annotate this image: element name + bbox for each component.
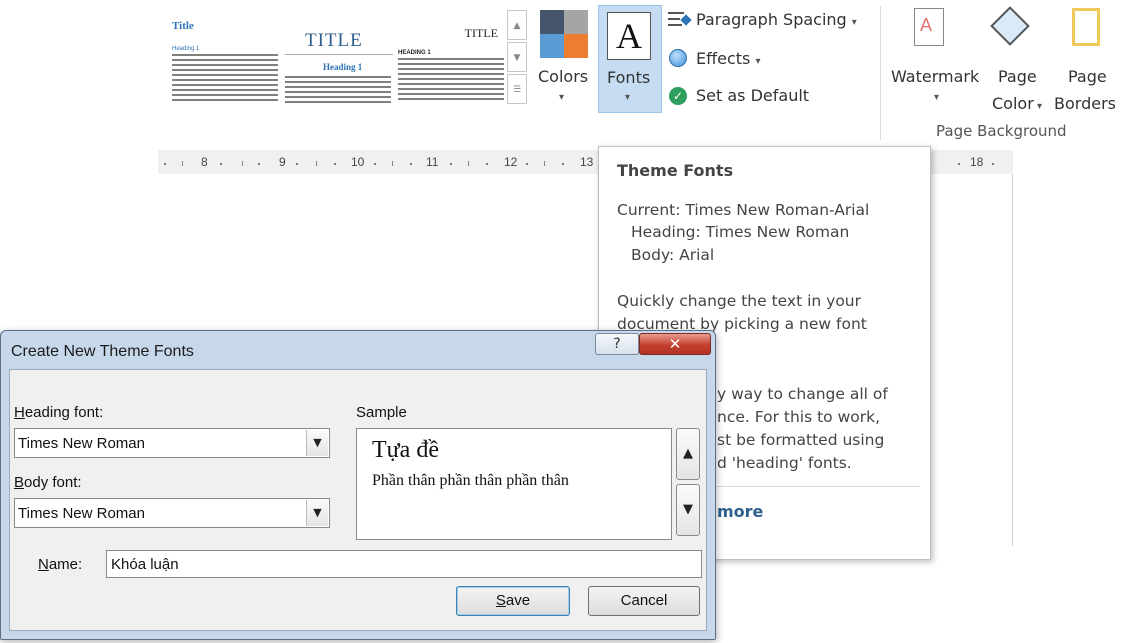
theme-gallery-item-2[interactable]: TITLE Heading 1: [283, 6, 395, 110]
body-font-value: Times New Roman: [18, 505, 145, 522]
page-borders-label-2[interactable]: Borders: [1054, 94, 1116, 113]
ruler-number: 9: [279, 155, 286, 169]
sample-preview: Tựa đề Phần thân phần thân phần thân: [356, 428, 672, 540]
gallery-scroll-down-button[interactable]: ▼: [507, 42, 527, 72]
save-button[interactable]: Save: [456, 586, 570, 616]
checkmark-icon: ✓: [669, 87, 687, 105]
help-button[interactable]: ?: [595, 333, 639, 355]
body-font-label-accel: B: [14, 474, 25, 491]
colors-swatch-icon: [540, 10, 588, 58]
page-color-bucket-icon: [990, 6, 1030, 46]
theme-body-text-lines: [172, 54, 278, 102]
page-color-label-2[interactable]: Color ▾: [992, 94, 1042, 113]
paragraph-spacing-button[interactable]: Paragraph Spacing ▾: [696, 10, 857, 29]
save-accel: S: [495, 592, 506, 609]
dialog-title: Create New Theme Fonts: [11, 343, 194, 360]
paragraph-spacing-icon: [668, 10, 692, 30]
heading-font-select[interactable]: Times New Roman ▼: [14, 428, 330, 458]
name-input-value: Khóa luận: [111, 556, 179, 573]
heading-font-label-accel: H: [14, 404, 25, 421]
watermark-icon: A: [914, 8, 944, 46]
heading-font-label: Heading font:: [14, 404, 103, 421]
watermark-button-label[interactable]: Watermark: [891, 67, 979, 86]
heading-font-value: Times New Roman: [18, 435, 145, 452]
page-background-group-label: Page Background: [936, 122, 1067, 140]
ribbon-group-divider: [880, 6, 881, 140]
chevron-down-icon[interactable]: ▼: [306, 500, 328, 526]
effects-button[interactable]: Effects ▾: [696, 49, 761, 68]
chevron-down-icon[interactable]: ▼: [306, 430, 328, 456]
body-font-label: Body font:: [14, 474, 82, 491]
gallery-more-button[interactable]: ☰: [507, 74, 527, 104]
tooltip-body: Body: Arial: [631, 246, 715, 264]
theme-body-text-lines: [285, 76, 391, 106]
ribbon: Title Heading 1 TITLE Heading 1 TITLE HE…: [158, 0, 1130, 146]
name-label-accel: N: [38, 556, 49, 573]
dialog-body: Heading font: Times New Roman ▼ Body fon…: [9, 369, 707, 631]
chevron-down-icon: ▾: [755, 56, 761, 67]
theme-title-text: TITLE: [464, 26, 498, 40]
tooltip-heading: Heading: Times New Roman: [631, 223, 850, 241]
sample-scroll-down-button[interactable]: ▼: [676, 484, 700, 536]
tooltip-title: Theme Fonts: [617, 161, 734, 180]
theme-gallery-item-1[interactable]: Title Heading 1: [170, 6, 282, 110]
page-borders-label-1[interactable]: Page: [1068, 67, 1107, 86]
ruler-number: 13: [580, 155, 594, 169]
effects-label: Effects: [696, 49, 751, 68]
sample-label: Sample: [356, 404, 407, 421]
set-as-default-button[interactable]: Set as Default: [696, 86, 809, 105]
name-label: Name:: [38, 556, 82, 573]
save-label: ave: [505, 592, 531, 609]
tooltip-current: Current: Times New Roman-Arial: [617, 201, 870, 219]
tooltip-frag-4: d 'heading' fonts.: [717, 454, 852, 472]
theme-gallery-item-3[interactable]: TITLE HEADING 1: [396, 6, 508, 110]
cancel-button[interactable]: Cancel: [588, 586, 700, 616]
page-color-label-text: Color: [992, 94, 1034, 113]
close-icon: ✕: [668, 335, 682, 353]
colors-button-label[interactable]: Colors: [538, 67, 588, 86]
ruler-number: 8: [201, 155, 208, 169]
page-edge-line: [1012, 174, 1013, 546]
colors-dropdown-caret-icon[interactable]: ▾: [559, 92, 564, 103]
fonts-dropdown-caret-icon: ▾: [625, 92, 631, 103]
tooltip-desc-1: Quickly change the text in your: [617, 292, 861, 310]
ruler-number: 11: [426, 155, 439, 169]
chevron-down-icon: ▾: [851, 17, 857, 28]
effects-icon: [669, 49, 687, 67]
fonts-a-icon: A: [607, 12, 651, 60]
sample-body-text: Phần thân phần thân phần thân: [372, 472, 569, 489]
fonts-button-label: Fonts: [607, 68, 651, 87]
ruler-number: 10: [351, 155, 365, 169]
tooltip-tell-me-more-link[interactable]: more: [717, 502, 763, 521]
sample-scroll-up-button[interactable]: ▲: [676, 428, 700, 480]
theme-heading-text: HEADING 1: [398, 50, 431, 56]
gallery-scroll-up-button[interactable]: ▲: [507, 10, 527, 40]
page-color-label-1[interactable]: Page: [998, 67, 1037, 86]
ruler-number: 18: [970, 155, 984, 169]
create-new-theme-fonts-dialog: Create New Theme Fonts ? ✕ Heading font:…: [0, 330, 716, 640]
page-borders-icon: [1072, 8, 1100, 46]
tooltip-frag-3: st be formatted using: [717, 431, 885, 449]
tooltip-frag-2: nce. For this to work,: [717, 408, 881, 426]
tooltip-frag-1: y way to change all of: [717, 385, 888, 403]
theme-title-text: TITLE: [305, 30, 363, 51]
name-input[interactable]: Khóa luận: [106, 550, 702, 578]
fonts-button[interactable]: A Fonts ▾: [598, 5, 662, 113]
chevron-down-icon: ▾: [1033, 101, 1042, 112]
sample-heading-text: Tựa đề: [372, 437, 439, 463]
theme-body-text-lines: [398, 58, 504, 102]
heading-font-label-text: eading font:: [24, 404, 104, 421]
theme-divider: [285, 54, 393, 55]
close-button[interactable]: ✕: [639, 333, 711, 355]
theme-heading-text: Heading 1: [323, 62, 363, 72]
ruler-number: 12: [504, 155, 518, 169]
body-font-select[interactable]: Times New Roman ▼: [14, 498, 330, 528]
name-label-text: ame:: [48, 556, 83, 573]
theme-heading-text: Heading 1: [172, 46, 200, 52]
body-font-label-text: ody font:: [24, 474, 82, 491]
watermark-dropdown-caret-icon[interactable]: ▾: [934, 92, 939, 103]
theme-title-text: Title: [172, 20, 194, 32]
paragraph-spacing-label: Paragraph Spacing: [696, 10, 847, 29]
